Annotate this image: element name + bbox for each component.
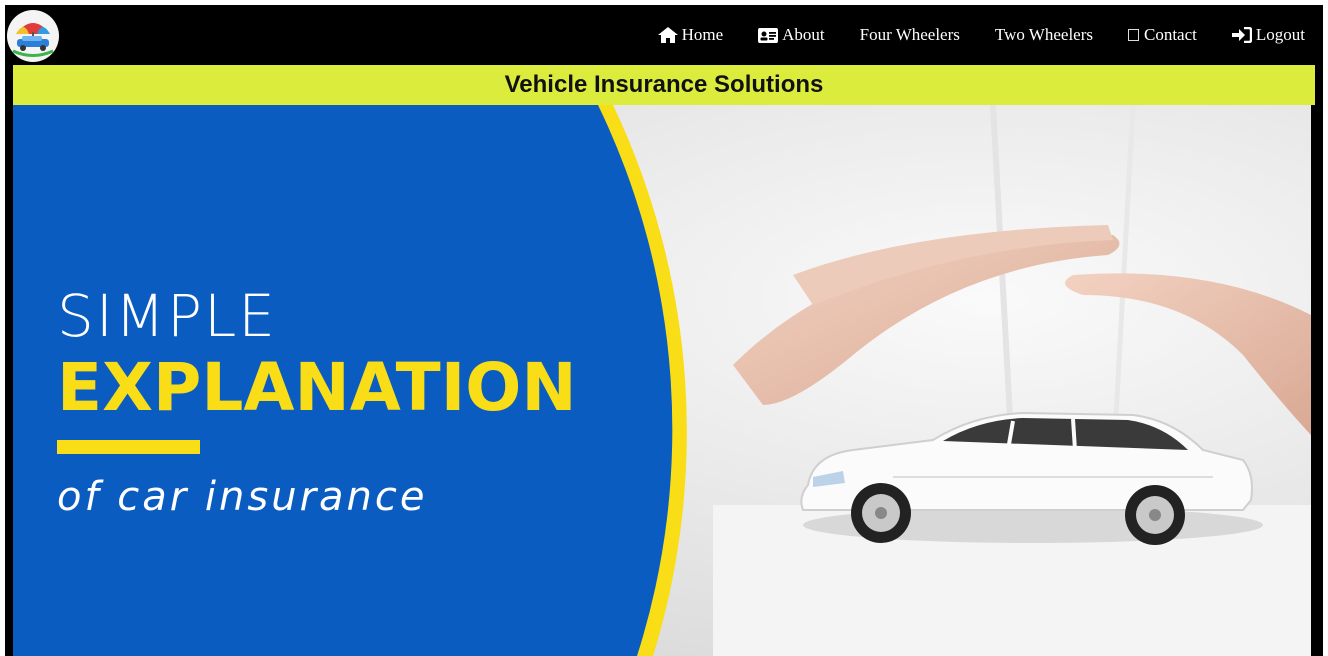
home-icon (657, 27, 678, 43)
id-card-icon (758, 27, 779, 43)
hero-subheading: of car insurance (57, 474, 428, 520)
nav-logout[interactable]: Logout (1231, 25, 1305, 45)
page-title: Vehicle Insurance Solutions (504, 71, 824, 98)
nav-four-wheelers-label: Four Wheelers (859, 25, 960, 44)
app-frame: Home About Four Wheelers Two Wheelers Co… (5, 5, 1323, 656)
hero-banner: SIMPLE EXPLANATION of car insurance (13, 105, 1311, 656)
title-bar: Vehicle Insurance Solutions (13, 65, 1315, 105)
hero-heading-simple: SIMPLE (57, 282, 277, 350)
nav-menu: Home About Four Wheelers Two Wheelers Co… (657, 5, 1305, 65)
sign-in-icon (1231, 27, 1252, 43)
nav-about[interactable]: About (758, 25, 825, 45)
nav-home-label: Home (681, 25, 724, 44)
hero-accent-bar (57, 440, 200, 454)
umbrella-car-logo-icon (8, 11, 58, 61)
nav-logout-label: Logout (1255, 25, 1305, 44)
box-icon (1128, 29, 1139, 41)
brand-logo[interactable] (7, 10, 59, 62)
nav-about-label: About (782, 25, 825, 44)
nav-two-wheelers-label: Two Wheelers (994, 25, 1093, 44)
nav-contact-label: Contact (1144, 25, 1197, 44)
nav-four-wheelers[interactable]: Four Wheelers (860, 25, 960, 45)
nav-two-wheelers[interactable]: Two Wheelers (995, 25, 1093, 45)
nav-contact[interactable]: Contact (1128, 25, 1197, 45)
navbar: Home About Four Wheelers Two Wheelers Co… (5, 5, 1323, 65)
hero-heading-explanation: EXPLANATION (57, 349, 577, 426)
nav-home[interactable]: Home (657, 25, 724, 45)
